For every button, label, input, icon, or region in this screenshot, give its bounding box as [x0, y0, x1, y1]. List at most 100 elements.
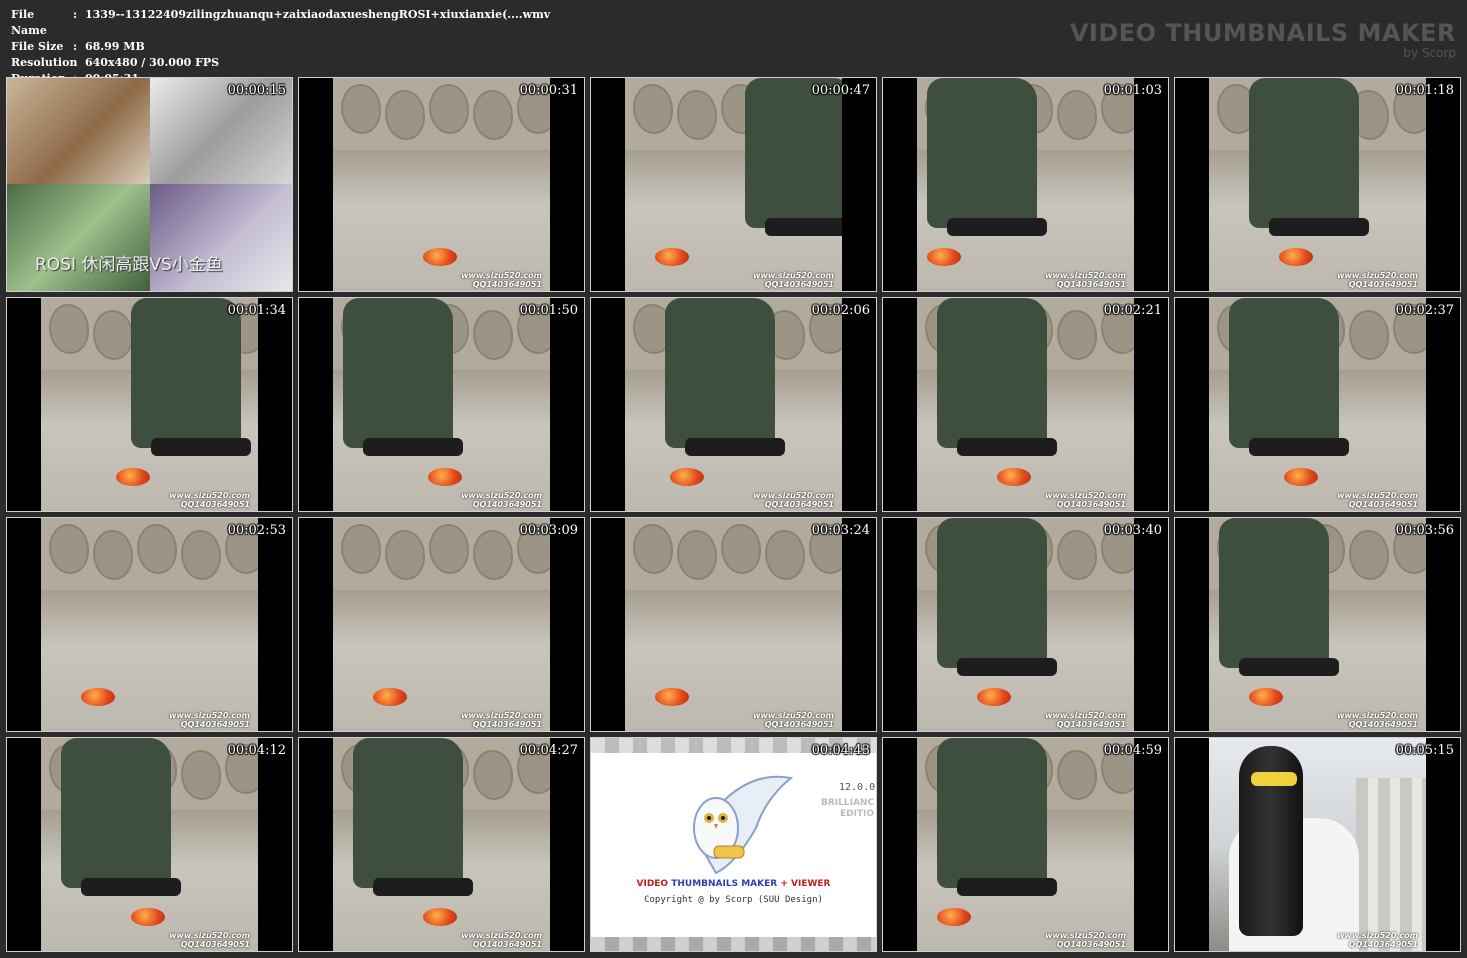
thumbnail-12[interactable]: www.sizu520.com QQ1403649051 00:03:09 — [298, 517, 585, 732]
timestamp-label: 00:03:40 — [1103, 523, 1162, 538]
collage-image: ROSI 休闲高跟VS小金鱼 — [7, 78, 292, 291]
watermark-qq: QQ1403649051 — [472, 940, 542, 949]
thumbnail-20[interactable]: www.sizu520.com QQ1403649051 00:05:15 — [1174, 737, 1461, 952]
file-size-row: File Size : 68.99 MB — [11, 39, 550, 55]
watermark-site: www.sizu520.com — [1045, 271, 1126, 280]
brand-logo: VIDEO THUMBNAILS MAKER by Scorp — [1070, 20, 1456, 60]
thumbnail-4[interactable]: www.sizu520.com QQ1403649051 00:01:03 — [882, 77, 1169, 292]
timestamp-label: 00:00:47 — [811, 83, 870, 98]
timestamp-label: 00:02:06 — [811, 303, 870, 318]
thumbnail-15[interactable]: www.sizu520.com QQ1403649051 00:03:56 — [1174, 517, 1461, 732]
boot — [1229, 298, 1339, 448]
timestamp-label: 00:03:24 — [811, 523, 870, 538]
watermark: www.sizu520.com QQ1403649051 — [461, 271, 542, 289]
watermark-qq: QQ1403649051 — [764, 500, 834, 509]
watermark: www.sizu520.com QQ1403649051 — [753, 271, 834, 289]
collage-quadrant — [7, 184, 150, 291]
video-frame: www.sizu520.com QQ1403649051 — [917, 518, 1134, 731]
wall-stone — [181, 530, 221, 580]
goldfish — [81, 688, 115, 706]
goldfish — [937, 908, 971, 926]
wall-stone — [93, 530, 133, 580]
watermark-qq: QQ1403649051 — [1056, 500, 1126, 509]
goldfish — [428, 468, 462, 486]
watermark: www.sizu520.com QQ1403649051 — [169, 711, 250, 729]
boot — [937, 298, 1047, 448]
thumbnail-9[interactable]: www.sizu520.com QQ1403649051 00:02:21 — [882, 297, 1169, 512]
thumbnail-1[interactable]: ROSI 休闲高跟VS小金鱼 00:00:15 — [6, 77, 293, 292]
boot — [343, 298, 453, 448]
separator: : — [73, 56, 78, 69]
brand-author: by Scorp — [1403, 46, 1456, 60]
thumbnail-10[interactable]: www.sizu520.com QQ1403649051 00:02:37 — [1174, 297, 1461, 512]
watermark-site: www.sizu520.com — [1045, 931, 1126, 940]
wall-stone — [1057, 90, 1097, 140]
thumbnail-14[interactable]: www.sizu520.com QQ1403649051 00:03:40 — [882, 517, 1169, 732]
boot-sole — [363, 438, 463, 456]
watermark: www.sizu520.com QQ1403649051 — [169, 931, 250, 949]
thumbnail-16[interactable]: www.sizu520.com QQ1403649051 00:04:12 — [6, 737, 293, 952]
watermark-site: www.sizu520.com — [1045, 491, 1126, 500]
video-frame: www.sizu520.com QQ1403649051 — [917, 78, 1134, 291]
video-frame: www.sizu520.com QQ1403649051 — [41, 518, 258, 731]
wall-stone — [1057, 750, 1097, 800]
watermark: www.sizu520.com QQ1403649051 — [753, 711, 834, 729]
timestamp-label: 00:01:03 — [1103, 83, 1162, 98]
thumbnail-3[interactable]: www.sizu520.com QQ1403649051 00:00:47 — [590, 77, 877, 292]
splash-title-part: VIDEO — [636, 879, 669, 889]
thumbnail-6[interactable]: www.sizu520.com QQ1403649051 00:01:34 — [6, 297, 293, 512]
watermark: www.sizu520.com QQ1403649051 — [1045, 931, 1126, 949]
watermark-qq: QQ1403649051 — [1056, 940, 1126, 949]
watermark: www.sizu520.com QQ1403649051 — [1045, 711, 1126, 729]
timestamp-label: 00:00:31 — [519, 83, 578, 98]
goldfish — [1279, 248, 1313, 266]
file-name-row: File Name : 1339--13122409zilingzhuanqu+… — [11, 7, 550, 39]
thumbnail-17[interactable]: www.sizu520.com QQ1403649051 00:04:27 — [298, 737, 585, 952]
watermark: www.sizu520.com QQ1403649051 — [1337, 491, 1418, 509]
wall-stone — [385, 90, 425, 140]
wall-stone — [633, 84, 673, 134]
stone-wall — [625, 518, 842, 591]
video-frame: www.sizu520.com QQ1403649051 — [917, 298, 1134, 511]
watermark-site: www.sizu520.com — [753, 711, 834, 720]
boot — [1219, 518, 1329, 668]
watermark-qq: QQ1403649051 — [180, 500, 250, 509]
watermark-qq: QQ1403649051 — [1348, 280, 1418, 289]
watermark: www.sizu520.com QQ1403649051 — [169, 491, 250, 509]
wall-stone — [429, 84, 469, 134]
wall-stone — [473, 750, 513, 800]
watermark: www.sizu520.com QQ1403649051 — [1337, 271, 1418, 289]
watermark: www.sizu520.com QQ1403649051 — [753, 491, 834, 509]
thumbnail-8[interactable]: www.sizu520.com QQ1403649051 00:02:06 — [590, 297, 877, 512]
wall-stone — [765, 530, 805, 580]
video-frame: www.sizu520.com QQ1403649051 — [333, 298, 550, 511]
thumbnail-7[interactable]: www.sizu520.com QQ1403649051 00:01:50 — [298, 297, 585, 512]
wall-stone — [473, 310, 513, 360]
timestamp-label: 00:04:59 — [1103, 743, 1162, 758]
wall-stone — [137, 524, 177, 574]
edition-line: BRILLIANC — [821, 798, 875, 808]
thumbnail-11[interactable]: www.sizu520.com QQ1403649051 00:02:53 — [6, 517, 293, 732]
thumbnail-5[interactable]: www.sizu520.com QQ1403649051 00:01:18 — [1174, 77, 1461, 292]
boot — [937, 518, 1047, 668]
timestamp-label: 00:02:37 — [1395, 303, 1454, 318]
goldfish — [373, 688, 407, 706]
video-frame: www.sizu520.com QQ1403649051 — [625, 78, 842, 291]
watermark-qq: QQ1403649051 — [1056, 720, 1126, 729]
boot — [353, 738, 463, 888]
wall-stone — [633, 524, 673, 574]
timestamp-label: 00:00:15 — [227, 83, 286, 98]
watermark-site: www.sizu520.com — [753, 271, 834, 280]
thumbnail-13[interactable]: www.sizu520.com QQ1403649051 00:03:24 — [590, 517, 877, 732]
video-frame: www.sizu520.com QQ1403649051 — [333, 518, 550, 731]
wall-stone — [721, 524, 761, 574]
thumbnail-18[interactable]: 12.0.0. BRILLIANC EDITIO VIDEO THUMBNAILS M… — [590, 737, 877, 952]
thumbnail-19[interactable]: www.sizu520.com QQ1403649051 00:04:59 — [882, 737, 1169, 952]
watermark-qq: QQ1403649051 — [180, 720, 250, 729]
timestamp-label: 00:01:18 — [1395, 83, 1454, 98]
wall-stone — [1349, 310, 1389, 360]
thumbnail-2[interactable]: www.sizu520.com QQ1403649051 00:00:31 — [298, 77, 585, 292]
goldfish — [423, 908, 457, 926]
wall-stone — [341, 524, 381, 574]
edition-line: EDITIO — [839, 809, 875, 819]
